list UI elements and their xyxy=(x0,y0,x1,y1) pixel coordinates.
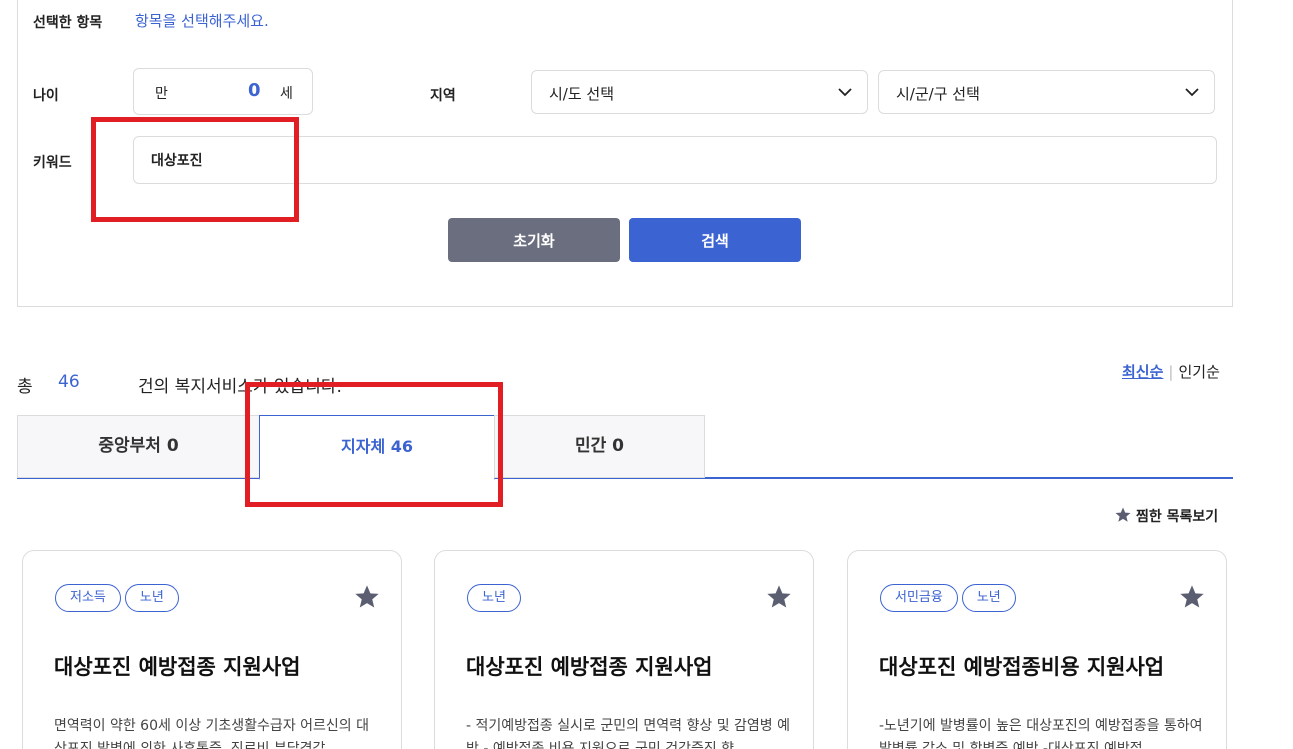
card-tags: 노년 xyxy=(467,584,525,612)
age-value[interactable]: 0 xyxy=(248,80,261,101)
card-tag[interactable]: 노년 xyxy=(467,584,521,612)
service-card[interactable]: 노년 대상포진 예방접종 지원사업 - 적기예방접종 실시로 군민의 면역력 향… xyxy=(434,550,814,749)
age-suffix: 세 xyxy=(280,86,293,102)
age-input[interactable]: 만 0 세 xyxy=(133,68,313,115)
keyword-label: 키워드 xyxy=(33,155,72,171)
favorite-star-icon[interactable] xyxy=(765,583,793,611)
card-tags: 저소득 노년 xyxy=(55,584,183,612)
selected-items-hint: 항목을 선택해주세요. xyxy=(135,12,269,30)
card-title[interactable]: 대상포진 예방접종비용 지원사업 xyxy=(879,651,1164,681)
tab-local-government[interactable]: 지자체 46 xyxy=(259,415,495,480)
selected-items-label: 선택한 항목 xyxy=(33,15,103,31)
chevron-down-icon xyxy=(1185,88,1199,97)
city-select-value: 시/군/구 선택 xyxy=(896,85,980,103)
card-tag[interactable]: 서민금융 xyxy=(880,584,958,612)
card-description: -노년기에 발병률이 높은 대상포진의 예방접종을 통하여 발병률 감소 및 합… xyxy=(879,718,1203,749)
card-tag[interactable]: 노년 xyxy=(124,584,179,612)
tab-private[interactable]: 민간 0 xyxy=(494,415,705,478)
category-tabs: 중앙부처 0 지자체 46 민간 0 xyxy=(17,415,1233,480)
star-icon xyxy=(1115,507,1131,522)
sort-popular-link[interactable]: 인기순 xyxy=(1178,363,1219,381)
favorite-star-icon[interactable] xyxy=(1178,583,1206,611)
age-prefix: 만 xyxy=(155,86,168,102)
card-tag[interactable]: 저소득 xyxy=(55,584,121,612)
keyword-input[interactable] xyxy=(133,136,1217,184)
age-label: 나이 xyxy=(33,88,59,104)
favorites-list-link[interactable]: 찜한 목록보기 xyxy=(1114,506,1218,526)
card-tag[interactable]: 노년 xyxy=(961,584,1016,612)
chevron-down-icon xyxy=(838,88,852,97)
favorite-star-icon[interactable] xyxy=(353,583,381,611)
card-title[interactable]: 대상포진 예방접종 지원사업 xyxy=(466,651,712,681)
province-select-value: 시/도 선택 xyxy=(549,85,615,103)
service-card[interactable]: 서민금융 노년 대상포진 예방접종비용 지원사업 -노년기에 발병률이 높은 대상… xyxy=(847,550,1227,749)
sort-separator: | xyxy=(1168,363,1174,381)
sort-latest-link[interactable]: 최신순 xyxy=(1122,363,1163,381)
tab-central-government[interactable]: 중앙부처 0 xyxy=(17,415,260,478)
search-button[interactable]: 검색 xyxy=(629,218,801,262)
reset-button[interactable]: 초기화 xyxy=(448,218,620,262)
card-description: - 적기예방접종 실시로 군민의 면역력 향상 및 감염병 예방 - 예방접종 … xyxy=(466,718,791,749)
province-select[interactable]: 시/도 선택 xyxy=(531,70,868,114)
total-prefix: 총 xyxy=(17,377,33,397)
total-suffix: 건의 복지서비스가 있습니다. xyxy=(138,377,342,397)
favorites-list-label: 찜한 목록보기 xyxy=(1136,509,1219,525)
city-select[interactable]: 시/군/구 선택 xyxy=(878,70,1215,114)
card-title[interactable]: 대상포진 예방접종 지원사업 xyxy=(54,651,300,681)
region-label: 지역 xyxy=(430,88,456,104)
card-tags: 서민금융 노년 xyxy=(880,584,1020,612)
card-description: 면역력이 약한 60세 이상 기초생활수급자 어르신의 대상포진 발병에 의한 … xyxy=(54,718,369,749)
sort-options: 최신순 | 인기순 xyxy=(1122,361,1220,382)
service-card[interactable]: 저소득 노년 대상포진 예방접종 지원사업 면역력이 약한 60세 이상 기초생활… xyxy=(22,550,402,749)
total-count: 46 xyxy=(58,372,80,392)
